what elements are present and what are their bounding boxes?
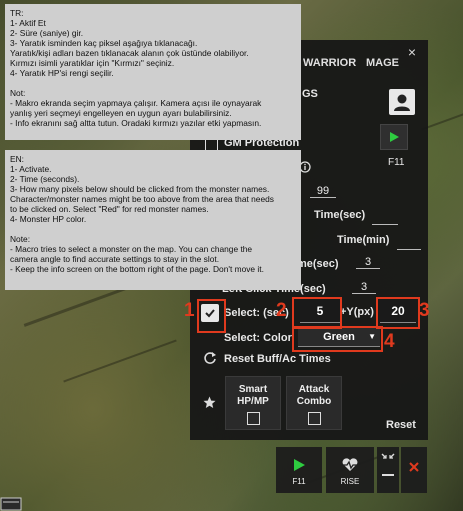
info-line: 4- Monster HP color. [10, 214, 87, 224]
time-sec-label-2: me(sec) [297, 258, 339, 270]
info-line: to be clicked on. Select "Red" for red m… [10, 204, 209, 214]
tab-warrior[interactable]: WARRIOR [303, 57, 356, 69]
annotation-number-1: 1 [184, 300, 195, 321]
time-sec-field[interactable] [372, 208, 398, 225]
window-corner-icon [0, 497, 22, 511]
time-field[interactable]: 3 [356, 256, 380, 269]
info-line: 2- Time (seconds). [10, 174, 80, 184]
time-min-field[interactable] [397, 233, 421, 250]
annotation-frame-2 [292, 297, 342, 329]
info-line: 1- Aktif Et [10, 18, 46, 28]
tab-mage[interactable]: MAGE [366, 57, 399, 69]
annotation-number-2: 2 [276, 300, 287, 321]
close-button[interactable]: × [408, 44, 416, 60]
info-line: Kırmızı isimli yaratıklar için "Kırmızı"… [10, 58, 175, 68]
info-line: 4- Yaratık HP'si rengi seçilir. [10, 68, 114, 78]
attack-combo-option[interactable]: Attack Combo [286, 376, 342, 430]
annotation-number-3: 3 [419, 300, 430, 321]
start-button[interactable] [380, 124, 408, 150]
minimize-icon[interactable] [382, 474, 394, 476]
star-icon [203, 396, 216, 408]
info-line: EN: [10, 154, 24, 164]
annotation-number-4: 4 [384, 331, 395, 352]
info-box-english: EN: 1- Activate. 2- Time (seconds). 3- H… [5, 150, 301, 290]
time-sec-label: Time(sec) [314, 209, 366, 221]
info-line: - Keep the info screen on the bottom rig… [10, 264, 264, 274]
attack-combo-label: Attack Combo [296, 384, 332, 407]
info-line: 3- Yaratık isminden kaç piksel aşağıya t… [10, 38, 198, 48]
attack-combo-checkbox[interactable] [307, 412, 321, 425]
info-line: 2- Süre (saniye) gir. [10, 28, 84, 38]
info-line: Not: [10, 88, 26, 98]
y-px-label: +Y(px) [340, 306, 374, 318]
info-line: 3- How many pixels below should be click… [10, 184, 270, 194]
info-line: yanlış yeri seçmeyi engelleyen en uygun … [10, 108, 232, 118]
smart-hp-mp-option[interactable]: Smart HP/MP [225, 376, 281, 430]
info-box-turkish: TR: 1- Aktif Et 2- Süre (saniye) gir. 3-… [5, 4, 301, 140]
info-line: TR: [10, 8, 24, 18]
smart-hp-mp-label: Smart HP/MP [237, 384, 269, 407]
info-line: - Info ekranını sağ altta tutun. Oradaki… [10, 118, 262, 128]
info-line: Note: [10, 234, 31, 244]
close-icon [409, 462, 419, 472]
info-line: - Makro ekranda seçim yapmaya çalışır. K… [10, 98, 262, 108]
user-icon [394, 94, 410, 111]
info-line: Character/monster names might be too abo… [10, 194, 274, 204]
info-line: 1- Activate. [10, 164, 52, 174]
reset-buff-ac-button[interactable]: Reset Buff/Ac Times [224, 353, 331, 365]
toolbar-start-button[interactable]: F11 [276, 447, 322, 493]
play-icon [294, 459, 305, 471]
toolbar-rise-label: RISE [340, 477, 360, 486]
toolbar-start-label: F11 [292, 477, 306, 486]
info-line: - Macro tries to select a monster on the… [10, 244, 253, 254]
value-field[interactable]: 99 [310, 185, 336, 198]
select-color-label: Select: Color [224, 332, 292, 344]
left-click-time-field[interactable]: 3 [352, 281, 376, 294]
time-min-label: Time(min) [337, 234, 390, 246]
annotation-frame-1 [197, 299, 226, 333]
avatar[interactable] [389, 89, 415, 115]
toolbar-close-button[interactable] [401, 447, 427, 493]
info-line: Yaratık/kişi adları bazen tıklanacak ala… [10, 48, 249, 58]
annotation-frame-3 [376, 297, 420, 329]
info-line: camera angle to find accurate settings t… [10, 254, 220, 264]
hotkey-label: F11 [388, 157, 405, 168]
heart-pulse-icon [342, 458, 358, 471]
compress-icon [381, 453, 395, 459]
refresh-icon [204, 352, 216, 364]
background-crack [63, 339, 177, 383]
smart-hp-mp-checkbox[interactable] [246, 412, 260, 425]
reset-button[interactable]: Reset [386, 419, 416, 431]
annotation-frame-4 [292, 326, 383, 352]
toolbar-rise-button[interactable]: RISE [326, 447, 374, 493]
play-icon [390, 132, 399, 142]
toolbar-compress-button[interactable] [377, 447, 399, 493]
section-heading-partial: GS [302, 88, 318, 100]
